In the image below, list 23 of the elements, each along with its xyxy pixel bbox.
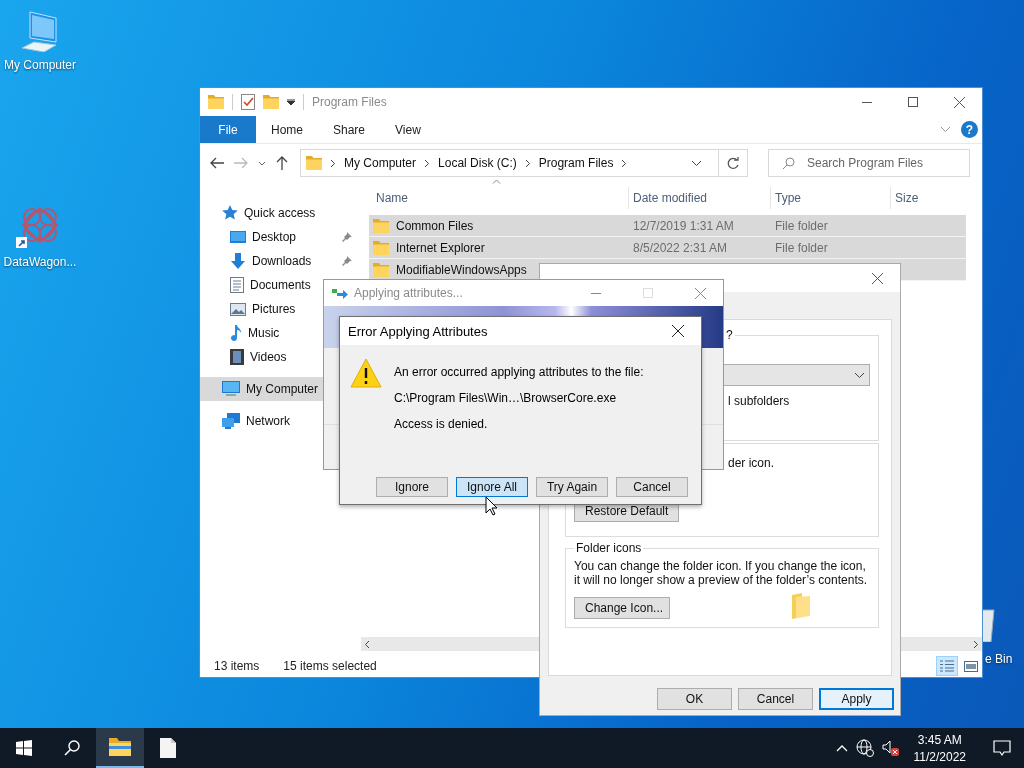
group-description: You can change the folder icon. If you change the icon, it will no longer show a preview of the folder’s contents. — [574, 559, 869, 587]
window-title: Applying attributes... — [354, 286, 463, 300]
desktop-icon-label: e Bin — [985, 652, 1013, 666]
type-cell-text: File folder — [774, 240, 829, 255]
window-title: Program Files — [312, 95, 387, 109]
error-detail: Access is denied. — [394, 417, 489, 431]
time: 3:45 AM — [917, 732, 962, 747]
group-label: Folder icons — [575, 541, 643, 555]
file-path: C:\Program Files\Win…\BrowserCore.exe — [394, 391, 618, 405]
type-cell-text: File folder — [774, 218, 829, 233]
file-name: ModifiableWindowsApps — [396, 262, 527, 277]
checkbox-label: l subfolders — [728, 394, 791, 408]
selection-count: 15 items selected — [283, 659, 377, 673]
error-message: An error occurred applying attributes to the file: — [394, 365, 644, 379]
group-label: ? — [725, 328, 734, 342]
group-description: der icon. — [728, 456, 776, 470]
item-count: 13 items — [214, 659, 260, 673]
date: 11/2/2022 — [913, 749, 966, 764]
file-name: Common Files — [396, 218, 474, 233]
file-name: Internet Explorer — [396, 240, 485, 255]
date-cell-text: 8/5/2022 2:31 AM — [632, 240, 729, 255]
dialog-title: Error Applying Attributes — [348, 323, 488, 339]
date-cell-text: 12/7/2019 1:31 AM — [632, 218, 735, 233]
